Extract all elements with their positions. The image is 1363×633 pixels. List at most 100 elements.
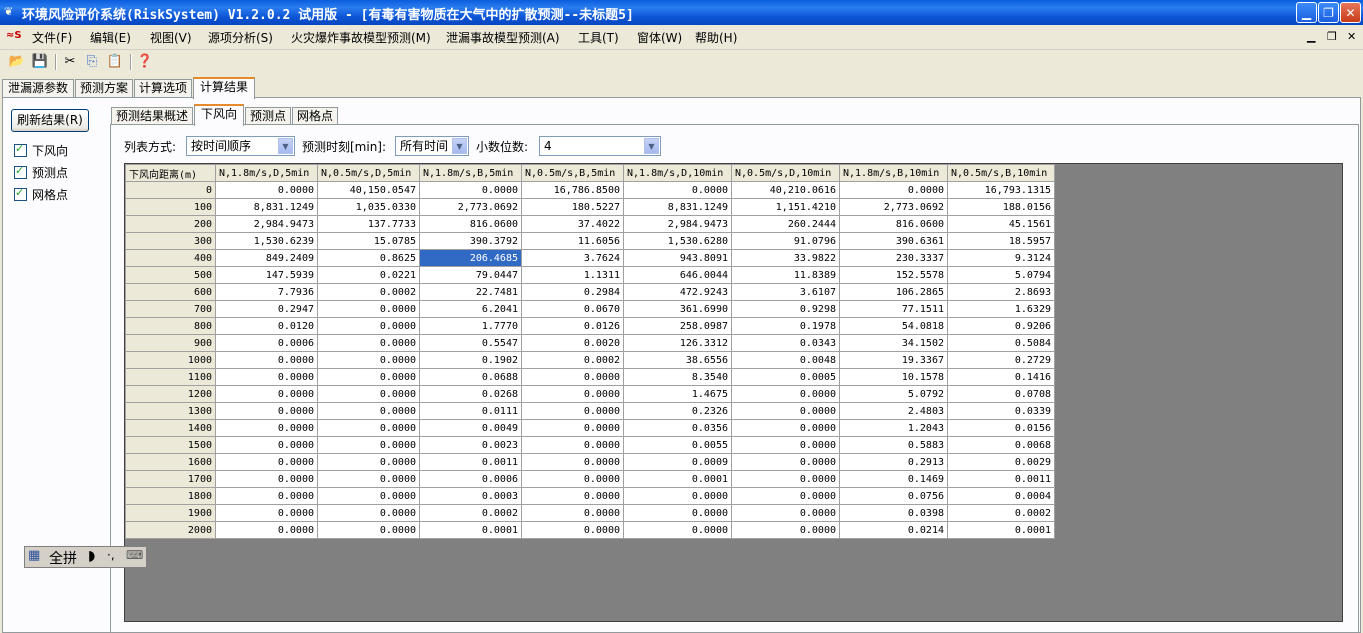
menu-fire[interactable]: 火灾爆炸事故模型预测(M) — [291, 29, 431, 46]
concentration-cell[interactable]: 0.0020 — [521, 334, 624, 352]
concentration-cell[interactable]: 1,530.6239 — [215, 232, 318, 250]
checkbox-checked-icon[interactable] — [14, 164, 27, 179]
concentration-cell[interactable]: 0.0000 — [731, 470, 840, 488]
concentration-cell[interactable]: 0.0000 — [317, 504, 420, 522]
distance-cell[interactable]: 100 — [125, 198, 216, 216]
column-header[interactable]: N,0.5m/s,B,5min — [521, 164, 624, 182]
concentration-cell[interactable]: 147.5939 — [215, 266, 318, 284]
tab-calc-options[interactable]: 计算选项 — [134, 79, 192, 97]
concentration-cell[interactable]: 0.0000 — [215, 453, 318, 471]
concentration-cell[interactable]: 0.0068 — [947, 436, 1055, 454]
concentration-cell[interactable]: 0.0000 — [215, 368, 318, 386]
menu-help[interactable]: 帮助(H) — [695, 29, 737, 46]
concentration-cell[interactable]: 9.3124 — [947, 249, 1055, 267]
concentration-cell[interactable]: 0.0000 — [731, 521, 840, 539]
concentration-cell[interactable]: 2.4803 — [839, 402, 948, 420]
tab-prediction-points[interactable]: 预测点 — [245, 107, 291, 125]
concentration-cell[interactable]: 0.0356 — [623, 419, 732, 437]
distance-cell[interactable]: 1500 — [125, 436, 216, 454]
concentration-cell[interactable]: 0.0000 — [731, 453, 840, 471]
concentration-cell[interactable]: 0.0000 — [731, 402, 840, 420]
concentration-cell[interactable]: 230.3337 — [839, 249, 948, 267]
concentration-cell[interactable]: 0.0000 — [215, 504, 318, 522]
checkbox-checked-icon[interactable] — [14, 142, 27, 157]
distance-cell[interactable]: 400 — [125, 249, 216, 267]
distance-cell[interactable]: 1900 — [125, 504, 216, 522]
column-header[interactable]: N,1.8m/s,D,5min — [215, 164, 318, 182]
menu-leak[interactable]: 泄漏事故模型预测(A) — [446, 29, 560, 46]
column-header[interactable]: N,0.5m/s,B,10min — [947, 164, 1055, 182]
concentration-cell[interactable]: 0.0000 — [731, 385, 840, 403]
concentration-cell[interactable]: 0.0688 — [419, 368, 522, 386]
concentration-cell[interactable]: 0.0670 — [521, 300, 624, 318]
concentration-cell[interactable]: 0.0000 — [317, 300, 420, 318]
concentration-cell[interactable]: 0.0029 — [947, 453, 1055, 471]
chevron-down-icon[interactable]: ▼ — [452, 138, 467, 154]
concentration-cell[interactable]: 0.0000 — [317, 385, 420, 403]
concentration-cell[interactable]: 0.2984 — [521, 283, 624, 301]
ime-punctuation[interactable]: ·, — [107, 548, 115, 562]
concentration-cell[interactable]: 0.0268 — [419, 385, 522, 403]
concentration-cell[interactable]: 8,831.1249 — [215, 198, 318, 216]
half-moon-icon[interactable]: ◗ — [88, 548, 95, 564]
concentration-cell[interactable]: 22.7481 — [419, 283, 522, 301]
concentration-cell[interactable]: 0.0000 — [317, 453, 420, 471]
menu-tools[interactable]: 工具(T) — [578, 29, 619, 46]
save-icon[interactable]: 💾 — [31, 53, 49, 71]
mdi-close-icon[interactable]: ✕ — [1347, 30, 1356, 43]
concentration-cell[interactable]: 0.0000 — [215, 351, 318, 369]
concentration-cell[interactable]: 0.0000 — [317, 470, 420, 488]
concentration-cell[interactable]: 188.0156 — [947, 198, 1055, 216]
mdi-restore-icon[interactable]: ❐ — [1327, 30, 1337, 43]
concentration-cell[interactable]: 10.1578 — [839, 368, 948, 386]
tab-results-overview[interactable]: 预测结果概述 — [111, 107, 193, 125]
concentration-cell[interactable]: 137.7733 — [317, 215, 420, 233]
concentration-cell[interactable]: 0.0000 — [521, 368, 624, 386]
concentration-cell[interactable]: 0.0343 — [731, 334, 840, 352]
tab-prediction-scheme[interactable]: 预测方案 — [75, 79, 133, 97]
distance-cell[interactable]: 2000 — [125, 521, 216, 539]
concentration-cell[interactable]: 0.0055 — [623, 436, 732, 454]
concentration-cell[interactable]: 0.0000 — [521, 436, 624, 454]
concentration-cell[interactable]: 16,793.1315 — [947, 181, 1055, 199]
concentration-cell[interactable]: 0.0009 — [623, 453, 732, 471]
ime-toolbar[interactable]: ▦ 全拼 ◗ ·, ⌨ — [24, 546, 147, 568]
concentration-cell[interactable]: 0.0000 — [317, 419, 420, 437]
chevron-down-icon[interactable]: ▼ — [278, 138, 293, 154]
concentration-cell[interactable]: 126.3312 — [623, 334, 732, 352]
concentration-cell[interactable]: 0.0001 — [419, 521, 522, 539]
concentration-cell[interactable]: 0.0002 — [317, 283, 420, 301]
menu-edit[interactable]: 编辑(E) — [90, 29, 131, 46]
decimals-select[interactable]: 4 ▼ — [539, 136, 661, 156]
concentration-cell[interactable]: 0.0000 — [317, 521, 420, 539]
concentration-cell[interactable]: 0.2947 — [215, 300, 318, 318]
concentration-cell[interactable]: 390.3792 — [419, 232, 522, 250]
concentration-cell[interactable]: 0.5883 — [839, 436, 948, 454]
concentration-cell[interactable]: 0.0000 — [521, 419, 624, 437]
concentration-cell[interactable]: 0.0000 — [215, 470, 318, 488]
column-header[interactable]: N,0.5m/s,D,5min — [317, 164, 420, 182]
concentration-cell[interactable]: 34.1502 — [839, 334, 948, 352]
checkbox-prediction-point[interactable]: 预测点 — [14, 164, 68, 180]
concentration-cell[interactable]: 8.3540 — [623, 368, 732, 386]
concentration-cell[interactable]: 1.1311 — [521, 266, 624, 284]
ime-logo-icon[interactable]: ▦ — [28, 548, 40, 563]
concentration-cell[interactable]: 11.6056 — [521, 232, 624, 250]
concentration-cell[interactable]: 0.0000 — [215, 402, 318, 420]
concentration-cell[interactable]: 106.2865 — [839, 283, 948, 301]
concentration-cell[interactable]: 40,210.0616 — [731, 181, 840, 199]
concentration-cell[interactable]: 0.0000 — [521, 470, 624, 488]
concentration-cell[interactable]: 0.0156 — [947, 419, 1055, 437]
concentration-cell[interactable]: 18.5957 — [947, 232, 1055, 250]
concentration-cell[interactable]: 472.9243 — [623, 283, 732, 301]
concentration-cell[interactable]: 0.0000 — [521, 385, 624, 403]
concentration-cell[interactable]: 3.6107 — [731, 283, 840, 301]
concentration-cell[interactable]: 0.0006 — [419, 470, 522, 488]
concentration-cell[interactable]: 1,530.6280 — [623, 232, 732, 250]
concentration-cell[interactable]: 1.4675 — [623, 385, 732, 403]
distance-cell[interactable]: 1800 — [125, 487, 216, 505]
concentration-cell[interactable]: 0.0120 — [215, 317, 318, 335]
concentration-cell[interactable]: 0.0000 — [317, 334, 420, 352]
concentration-cell[interactable]: 37.4022 — [521, 215, 624, 233]
time-select[interactable]: 所有时间 ▼ — [395, 136, 469, 156]
